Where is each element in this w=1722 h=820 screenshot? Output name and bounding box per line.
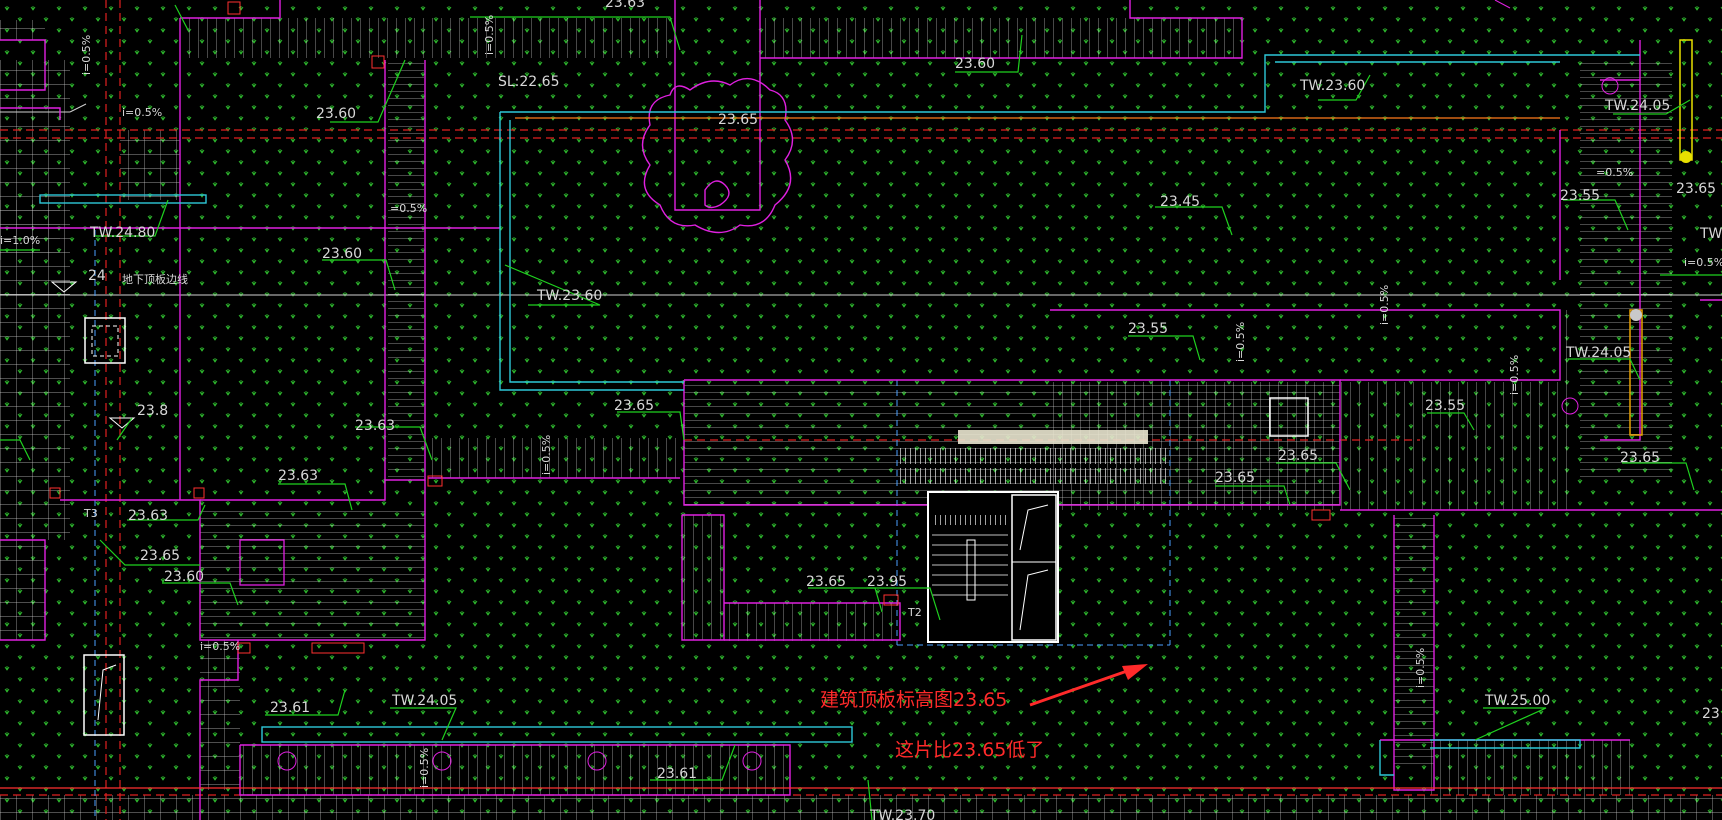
wall-top-label: TW.23.60	[1299, 78, 1365, 94]
slope-marker: i=0.5%	[1234, 322, 1247, 362]
wall-top-label: TW.24.80	[89, 225, 155, 241]
slope-marker: i=0.5%	[1508, 355, 1521, 395]
review-annotation-note: 这片比23.65低了	[895, 739, 1044, 761]
elevation-label: 23.63	[278, 468, 318, 484]
wall-top-label: TW.23.60	[536, 288, 602, 304]
stair-tag: T2	[907, 606, 922, 619]
elevation-label: 23.61	[657, 766, 697, 782]
elevation-label: 23	[1702, 706, 1720, 722]
elevation-label: 23.55	[1128, 321, 1168, 337]
elevation-label: 23.63	[355, 418, 395, 434]
planting-bed	[515, 120, 1560, 382]
slope-marker: i=0.5%	[1414, 648, 1427, 688]
stair-tag: T3	[83, 507, 98, 520]
elevation-label: 23.61	[270, 700, 310, 716]
elevation-label: 23.95	[867, 574, 907, 590]
elevation-label: 23.65	[1278, 448, 1318, 464]
elevation-label: 23.65	[806, 574, 846, 590]
elevation-label: 23.65	[1215, 470, 1255, 486]
elevation-label: 23.65	[1676, 181, 1716, 197]
elevation-label: 23.65	[140, 548, 180, 564]
elevation-label: 23.63	[128, 508, 168, 524]
wall-top-label: TW.25.00	[1484, 693, 1550, 709]
slope-marker: i=0.5%	[483, 15, 496, 55]
elevation-label: 23.55	[1425, 398, 1465, 414]
boundary-note: 地下顶板边线	[122, 272, 188, 286]
elevation-label: 23.60	[164, 569, 204, 585]
slope-label: i=1.0%	[0, 234, 40, 247]
slope-marker: i=0.5%	[1378, 285, 1391, 325]
elevation-label: 23.60	[955, 56, 995, 72]
elevation-label: 23.65	[718, 112, 758, 128]
slope-label: i=0.5%	[200, 640, 240, 653]
elevation-label: 23.60	[316, 106, 356, 122]
elevation-label: 23.8	[137, 403, 168, 419]
elevation-label: 23.60	[322, 246, 362, 262]
elevation-label: 23.45	[1160, 194, 1200, 210]
elevation-label: 23.55	[1560, 188, 1600, 204]
cad-drawing-canvas[interactable]: 23.63 23.60 SL:22.65 23.60 i=0.5% 23.65 …	[0, 0, 1722, 820]
wall-top-label: TW.24.05	[391, 693, 457, 709]
slope-label: =0.5%	[1596, 166, 1633, 179]
elevation-label: 23.65	[614, 398, 654, 414]
elevation-label: SL:22.65	[498, 74, 559, 90]
slope-marker: i=0.5%	[540, 435, 553, 475]
slope-marker: i=0.5%	[80, 35, 93, 75]
elevation-label: 23.65	[1620, 450, 1660, 466]
elevation-label: 24	[88, 268, 106, 284]
slope-label: =0.5%	[390, 202, 427, 215]
elevation-label: 23.63	[605, 0, 645, 11]
wall-top-label: TW	[1699, 226, 1722, 242]
wall-top-label: TW.23.70	[869, 808, 935, 820]
slope-label: i=0.5%	[122, 106, 162, 119]
slope-marker: i=0.5%	[418, 748, 431, 788]
wall-top-label: TW.24.05	[1565, 345, 1631, 361]
review-annotation-title: 建筑顶板标高图23.65	[820, 689, 1007, 711]
slope-label: i=0.5%	[1684, 256, 1722, 269]
wall-top-label: TW.24.05	[1604, 98, 1670, 114]
